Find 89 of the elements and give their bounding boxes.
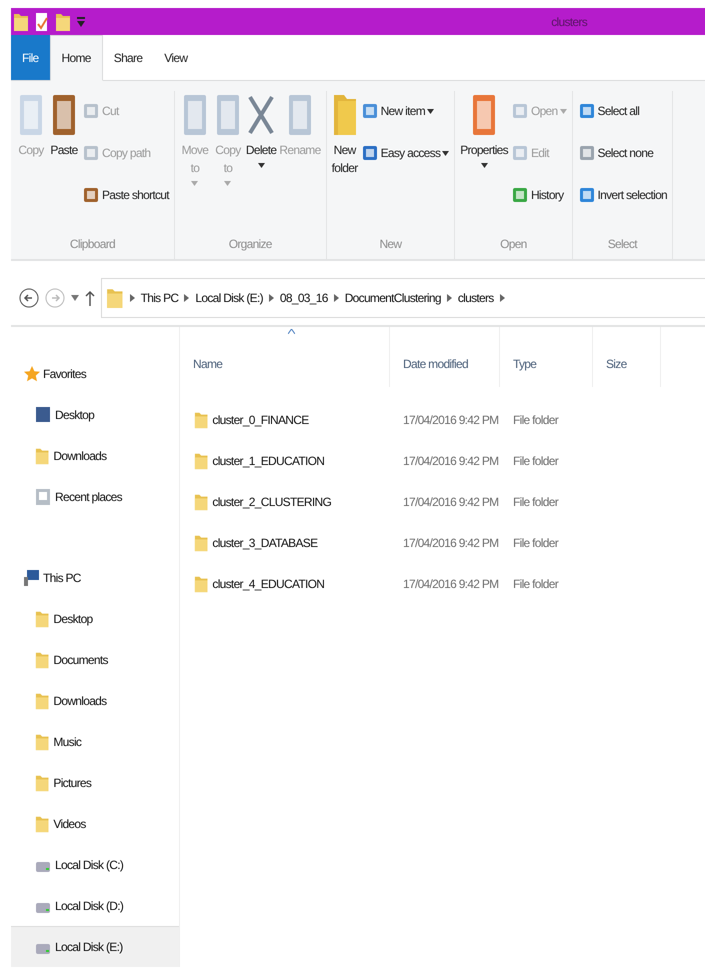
breadcrumb[interactable]: Local Disk (E:) bbox=[195, 291, 263, 305]
sidebar-item[interactable]: Local Disk (D:) bbox=[11, 885, 179, 926]
sidebar-header[interactable]: Favorites bbox=[11, 353, 179, 394]
date-cell: 17/04/2016 9:42 PM bbox=[403, 576, 498, 590]
group-label: Clipboard bbox=[68, 237, 116, 251]
type-cell: File folder bbox=[513, 536, 558, 550]
ribbon-button[interactable]: Invert selection bbox=[576, 179, 668, 211]
folder-icon bbox=[194, 574, 208, 592]
sidebar-item[interactable]: Desktop bbox=[11, 394, 179, 435]
ribbon-button[interactable]: Select all bbox=[576, 95, 668, 127]
cross-icon bbox=[246, 93, 276, 137]
folder-icon bbox=[35, 650, 50, 668]
sidebar-item[interactable]: Music bbox=[11, 721, 179, 762]
date-cell: 17/04/2016 9:42 PM bbox=[403, 536, 498, 550]
breadcrumb[interactable]: DocumentClustering bbox=[344, 291, 441, 305]
chevron-icon bbox=[130, 294, 135, 302]
folder-icon bbox=[55, 12, 71, 32]
sidebar-item[interactable]: Documents bbox=[11, 639, 179, 680]
ribbon-button[interactable]: History bbox=[510, 179, 568, 211]
ribbon-button[interactable]: New item bbox=[360, 95, 450, 127]
ribbon-button[interactable]: Properties bbox=[459, 91, 509, 237]
monitor-icon bbox=[35, 406, 51, 424]
sidebar-item[interactable]: Videos bbox=[11, 803, 179, 844]
file-name[interactable]: cluster_0_FINANCE bbox=[180, 410, 390, 428]
breadcrumb[interactable]: This PC bbox=[140, 291, 178, 305]
sidebar-header[interactable]: This PC bbox=[11, 557, 179, 598]
folder-icon bbox=[35, 692, 50, 710]
date-cell: 17/04/2016 9:42 PM bbox=[403, 454, 498, 468]
column-header[interactable]: Date modified bbox=[390, 327, 500, 387]
folder-icon bbox=[194, 492, 208, 510]
file-name[interactable]: cluster_3_DATABASE bbox=[180, 534, 390, 552]
sidebar-item[interactable]: Recent places bbox=[11, 476, 179, 517]
chevron-icon bbox=[500, 294, 505, 302]
date-cell: 17/04/2016 9:42 PM bbox=[403, 494, 498, 508]
folder-icon bbox=[194, 534, 208, 552]
type-cell: File folder bbox=[513, 576, 558, 590]
ribbon-button[interactable]: Easy access bbox=[360, 137, 450, 169]
chevron-icon bbox=[268, 294, 274, 302]
folder-icon bbox=[106, 287, 124, 309]
ribbon-button[interactable]: Delete bbox=[244, 91, 278, 237]
folder-icon bbox=[332, 93, 358, 137]
breadcrumb[interactable]: clusters bbox=[458, 291, 494, 305]
folder-icon bbox=[35, 732, 50, 750]
recent-places-icon bbox=[35, 488, 51, 506]
column-header[interactable]: Name bbox=[180, 327, 390, 387]
date-cell: 17/04/2016 9:42 PM bbox=[403, 412, 498, 426]
group-label: Organize bbox=[228, 237, 273, 251]
window-title: clusters bbox=[551, 14, 587, 28]
type-cell: File folder bbox=[513, 494, 558, 508]
folder-icon bbox=[194, 452, 208, 470]
sidebar-item[interactable]: Downloads bbox=[11, 435, 179, 476]
type-cell: File folder bbox=[513, 454, 558, 468]
ribbon-button[interactable]: New folder bbox=[330, 91, 359, 237]
up-button[interactable] bbox=[85, 290, 95, 306]
star-icon bbox=[23, 364, 41, 382]
column-header[interactable]: Size bbox=[593, 327, 661, 387]
folder-icon bbox=[194, 410, 208, 428]
chevron-icon bbox=[184, 294, 190, 302]
sidebar-item[interactable]: Local Disk (C:) bbox=[11, 844, 179, 885]
group-label: Open bbox=[499, 237, 528, 251]
caret-icon[interactable] bbox=[77, 16, 85, 26]
sidebar-item[interactable]: Desktop bbox=[11, 598, 179, 639]
folder-icon bbox=[35, 774, 50, 792]
folder-icon bbox=[35, 610, 50, 628]
chevron-icon bbox=[334, 294, 339, 302]
address-bar[interactable]: This PC Local Disk (E:) 08_03_16 DocumentClustering clusters bbox=[101, 278, 705, 318]
sidebar-item[interactable]: Pictures bbox=[11, 762, 179, 803]
folder-icon bbox=[13, 12, 29, 32]
computer-icon bbox=[23, 568, 41, 586]
group-label: New bbox=[378, 237, 403, 251]
back-button[interactable] bbox=[19, 288, 39, 308]
folder-icon bbox=[35, 446, 50, 464]
ribbon-button[interactable]: Paste shortcut bbox=[81, 179, 170, 211]
file-name[interactable]: cluster_2_CLUSTERING bbox=[180, 492, 390, 510]
recent-locations-button[interactable] bbox=[71, 295, 79, 301]
ribbon-tab[interactable]: File bbox=[11, 35, 50, 80]
type-cell: File folder bbox=[513, 412, 558, 426]
file-name[interactable]: cluster_4_EDUCATION bbox=[180, 574, 390, 592]
sidebar-item[interactable]: Downloads bbox=[11, 680, 179, 721]
ribbon-tab[interactable]: Home bbox=[50, 35, 103, 81]
sidebar-item[interactable]: Local Disk (E:) bbox=[11, 926, 179, 967]
file-name[interactable]: cluster_1_EDUCATION bbox=[180, 452, 390, 470]
folder-icon bbox=[35, 814, 50, 832]
ribbon-button[interactable]: Paste bbox=[48, 91, 80, 237]
chevron-icon bbox=[446, 294, 452, 302]
breadcrumb[interactable]: 08_03_16 bbox=[280, 291, 328, 305]
ribbon-button[interactable]: Select none bbox=[576, 137, 668, 169]
column-header[interactable]: Type bbox=[500, 327, 593, 387]
group-label: Select bbox=[606, 237, 638, 251]
